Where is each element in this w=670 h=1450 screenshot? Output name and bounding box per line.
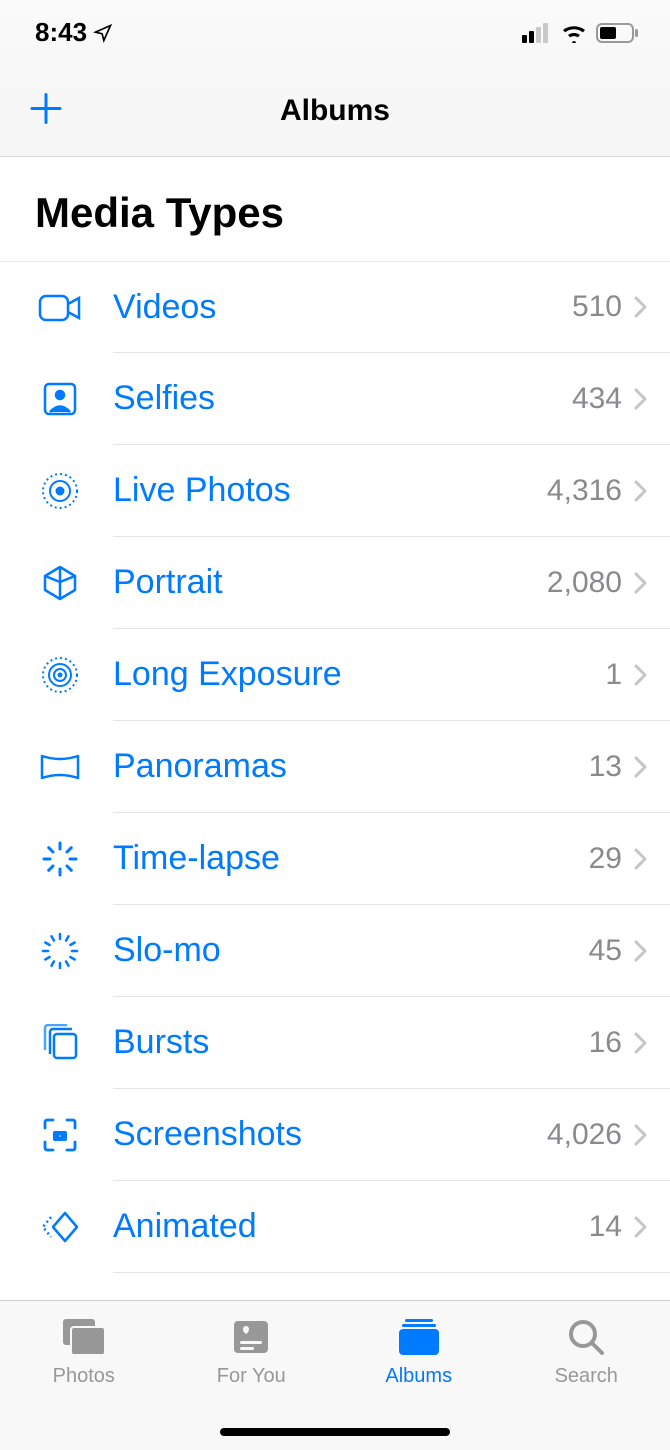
tab-search[interactable]: Search [503,1301,670,1450]
row-selfies[interactable]: Selfies 434 [0,353,670,445]
chevron-right-icon [634,664,648,686]
for-you-tab-icon [230,1315,272,1359]
chevron-right-icon [634,1032,648,1054]
status-time: 8:43 [35,17,87,48]
live-photo-icon [35,472,85,510]
cellular-icon [522,23,552,43]
add-button[interactable] [28,90,64,131]
burst-icon [35,1024,85,1062]
row-screenshots[interactable]: Screenshots 4,026 [0,1089,670,1181]
row-label: Live Photos [113,471,547,510]
battery-icon [596,23,640,43]
row-videos[interactable]: Videos 510 [0,261,670,353]
row-label: Bursts [113,1023,589,1062]
row-live-photos[interactable]: Live Photos 4,316 [0,445,670,537]
photos-tab-icon [61,1315,107,1359]
section-title: Media Types [0,157,670,257]
status-bar: 8:43 [0,0,670,65]
chevron-right-icon [634,940,648,962]
chevron-right-icon [634,1124,648,1146]
row-count: 14 [589,1210,622,1244]
chevron-right-icon [634,572,648,594]
panorama-icon [35,752,85,782]
row-count: 2,080 [547,566,622,600]
tab-label: For You [217,1365,286,1388]
row-animated[interactable]: Animated 14 [0,1181,670,1273]
row-label: Animated [113,1207,589,1246]
screenshot-icon [35,1116,85,1154]
wifi-icon [560,23,588,43]
chevron-right-icon [634,388,648,410]
row-label: Slo-mo [113,931,589,970]
row-label: Screenshots [113,1115,547,1154]
animated-icon [35,1209,85,1245]
tab-label: Photos [53,1365,115,1388]
slo-mo-icon [35,932,85,970]
row-count: 4,316 [547,474,622,508]
portrait-icon [35,564,85,602]
row-count: 45 [589,934,622,968]
plus-icon [28,90,64,126]
row-portrait[interactable]: Portrait 2,080 [0,537,670,629]
row-label: Portrait [113,563,547,602]
row-long-exposure[interactable]: Long Exposure 1 [0,629,670,721]
row-time-lapse[interactable]: Time-lapse 29 [0,813,670,905]
row-count: 434 [572,382,622,416]
status-left: 8:43 [35,17,113,48]
row-count: 29 [589,842,622,876]
chevron-right-icon [634,1216,648,1238]
video-icon [35,292,85,324]
albums-tab-icon [395,1315,443,1359]
chevron-right-icon [634,296,648,318]
home-indicator[interactable] [220,1428,450,1436]
nav-header: Albums [0,65,670,157]
row-count: 1 [605,658,622,692]
row-panoramas[interactable]: Panoramas 13 [0,721,670,813]
location-icon [93,23,113,43]
time-lapse-icon [35,840,85,878]
row-label: Selfies [113,379,572,418]
row-label: Videos [113,288,572,327]
row-label: Long Exposure [113,655,605,694]
row-bursts[interactable]: Bursts 16 [0,997,670,1089]
status-right [522,23,640,43]
chevron-right-icon [634,480,648,502]
row-slo-mo[interactable]: Slo-mo 45 [0,905,670,997]
row-count: 510 [572,290,622,324]
row-count: 16 [589,1026,622,1060]
row-label: Panoramas [113,747,589,786]
nav-title: Albums [280,94,390,128]
chevron-right-icon [634,756,648,778]
long-exposure-icon [35,656,85,694]
selfie-icon [35,381,85,417]
search-tab-icon [566,1315,606,1359]
row-count: 13 [589,750,622,784]
chevron-right-icon [634,848,648,870]
tab-label: Search [555,1365,618,1388]
row-label: Time-lapse [113,839,589,878]
tab-photos[interactable]: Photos [0,1301,168,1450]
tab-label: Albums [385,1365,452,1388]
row-count: 4,026 [547,1118,622,1152]
media-types-list: Videos 510 Selfies 434 Liv [0,261,670,1273]
